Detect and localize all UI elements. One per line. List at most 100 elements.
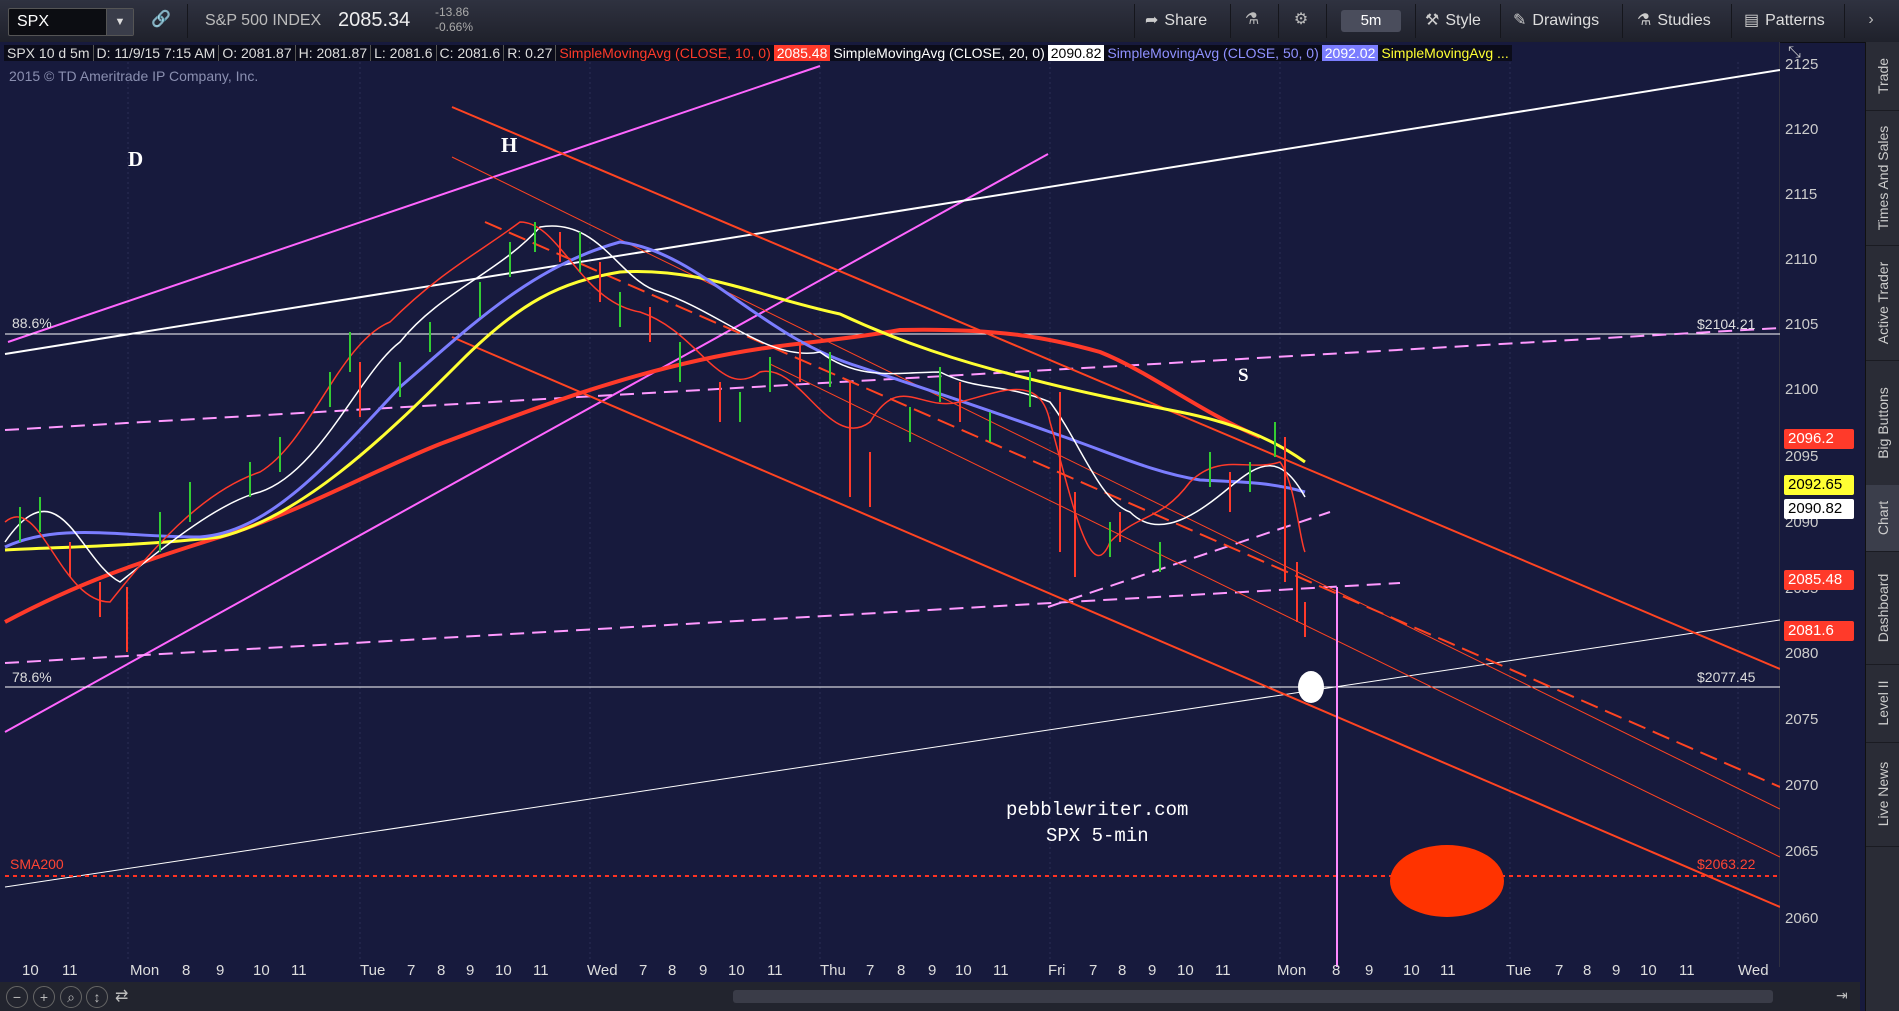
time-tick: 11 — [291, 962, 307, 979]
symbol-dropdown-icon[interactable]: ▼ — [106, 9, 133, 35]
level-2077-label: $2077.45 — [1697, 669, 1756, 685]
thinkorswim-chart-window: SPX ▼ 🔗 S&P 500 INDEX 2085.34 -13.86 -0.… — [0, 0, 1899, 1011]
patterns-button[interactable]: ▤ Patterns — [1744, 8, 1825, 34]
symbol-input[interactable]: SPX ▼ — [8, 8, 134, 36]
tab-big-buttons[interactable]: Big Buttons — [1866, 360, 1899, 486]
time-tick: 10 — [495, 962, 512, 979]
bar-close: C: 2081.6 — [436, 45, 505, 61]
share-label: Share — [1164, 12, 1208, 29]
time-tick: 7 — [407, 962, 416, 979]
level-2104-label: $2104.21 — [1697, 316, 1756, 332]
link-icon[interactable]: 🔗 — [150, 9, 172, 31]
toolbar-divider — [1326, 4, 1327, 38]
price-tick: 2065 — [1785, 843, 1819, 860]
style-icon: ⚒ — [1425, 12, 1440, 29]
time-tick: 8 — [1583, 962, 1592, 979]
drawings-button[interactable]: ✎ Drawings — [1513, 8, 1599, 34]
price-tick: 2100 — [1785, 381, 1819, 398]
chart-description[interactable]: SPX 10 d 5m — [4, 45, 94, 61]
share-button[interactable]: ➦ Share — [1145, 8, 1207, 34]
sma50-label[interactable]: SimpleMovingAvg (CLOSE, 50, 0) — [1104, 45, 1322, 61]
zoom-fit-icon[interactable]: ⌕ — [60, 986, 82, 1008]
price-tick: 2120 — [1785, 121, 1819, 138]
sma20-value: 2090.82 — [1047, 45, 1105, 61]
toolbar-divider — [1134, 4, 1135, 38]
fib-886-label: 88.6% — [12, 315, 52, 331]
time-tick: 7 — [1089, 962, 1098, 979]
zoom-out-icon[interactable]: − — [6, 986, 28, 1008]
price-tick: 2105 — [1785, 316, 1819, 333]
time-tick: 10 — [22, 962, 39, 979]
watermark-site: pebblewriter.com — [1006, 799, 1188, 821]
time-tick: 10 — [728, 962, 745, 979]
time-tick: 10 — [253, 962, 270, 979]
tab-label: Chart — [1875, 500, 1891, 536]
price-tag-sma20: 2090.82 — [1784, 499, 1854, 519]
gear-icon[interactable]: ⚙ — [1290, 9, 1312, 31]
time-tick: 8 — [437, 962, 446, 979]
time-tick: 11 — [1215, 962, 1231, 979]
expand-icon[interactable]: › — [1860, 9, 1882, 31]
time-tick: Tue — [360, 962, 386, 979]
time-tick: 10 — [955, 962, 972, 979]
studies-label: Studies — [1657, 12, 1711, 29]
right-side-panel: Trade Times And Sales Active Trader Big … — [1865, 42, 1899, 1011]
symbol-text: SPX — [17, 13, 50, 30]
price-tick: 2125 — [1785, 56, 1819, 73]
time-tick: 11 — [767, 962, 783, 979]
zoom-in-icon[interactable]: + — [33, 986, 55, 1008]
flask-icon[interactable]: ⚗ — [1241, 9, 1263, 31]
sma-more-label[interactable]: SimpleMovingAvg ... — [1378, 45, 1512, 61]
time-tick: 9 — [1148, 962, 1157, 979]
target-marker-orange — [1390, 845, 1504, 917]
time-tick: 11 — [62, 962, 78, 979]
price-chart[interactable]: D H S 88.6% 78.6% SMA200 $2104.21 $2077.… — [0, 42, 1780, 967]
label-h: H — [501, 133, 517, 157]
time-tick: 8 — [1118, 962, 1127, 979]
sma50-value: 2092.02 — [1321, 45, 1379, 61]
tab-active-trader[interactable]: Active Trader — [1866, 245, 1899, 361]
tab-trade[interactable]: Trade — [1866, 42, 1899, 111]
sma200-label: SMA200 — [10, 856, 64, 872]
tab-label: Active Trader — [1875, 261, 1891, 344]
index-name: S&P 500 INDEX — [205, 12, 322, 29]
price-tick: 2060 — [1785, 910, 1819, 927]
tab-label: Dashboard — [1875, 573, 1891, 642]
time-tick: 7 — [1555, 962, 1564, 979]
timeframe-selector[interactable]: 5m — [1341, 10, 1401, 32]
style-label: Style — [1445, 12, 1481, 29]
tab-chart[interactable]: Chart — [1866, 485, 1899, 552]
time-tick: Fri — [1048, 962, 1066, 979]
tab-label: Times And Sales — [1875, 125, 1891, 230]
time-tick: 11 — [533, 962, 549, 979]
scroll-end-icon[interactable]: ⇥ — [1836, 987, 1848, 1004]
toolbar-divider — [187, 4, 188, 38]
pan-icon[interactable]: ⇄ — [115, 986, 128, 1006]
bar-open: O: 2081.87 — [219, 45, 296, 61]
tab-times-and-sales[interactable]: Times And Sales — [1866, 110, 1899, 246]
tab-label: Trade — [1875, 57, 1891, 95]
tab-level-ii[interactable]: Level II — [1866, 664, 1899, 743]
time-tick: 9 — [216, 962, 225, 979]
zoom-reset-icon[interactable]: ↕ — [86, 986, 108, 1008]
toolbar-divider — [1622, 4, 1623, 38]
bar-date: D: 11/9/15 7:15 AM — [93, 45, 220, 61]
time-tick: 10 — [1403, 962, 1420, 979]
time-tick: 7 — [639, 962, 648, 979]
tab-dashboard[interactable]: Dashboard — [1866, 551, 1899, 665]
bar-low: L: 2081.6 — [371, 45, 437, 61]
time-tick: Mon — [1277, 962, 1307, 979]
style-button[interactable]: ⚒ Style — [1425, 8, 1481, 34]
target-marker-white — [1298, 671, 1324, 703]
sma20-label[interactable]: SimpleMovingAvg (CLOSE, 20, 0) — [830, 45, 1048, 61]
horizontal-scrollbar[interactable] — [733, 990, 1773, 1003]
fib-786-label: 78.6% — [12, 669, 52, 685]
sma10-label[interactable]: SimpleMovingAvg (CLOSE, 10, 0) — [556, 45, 774, 61]
flask-studies-icon: ⚗ — [1637, 12, 1652, 29]
time-tick: Mon — [130, 962, 160, 979]
toolbar-divider — [1731, 4, 1732, 38]
tab-live-news[interactable]: Live News — [1866, 742, 1899, 847]
time-tick: 7 — [866, 962, 875, 979]
studies-button[interactable]: ⚗ Studies — [1637, 8, 1711, 34]
toolbar-divider — [1278, 4, 1279, 38]
